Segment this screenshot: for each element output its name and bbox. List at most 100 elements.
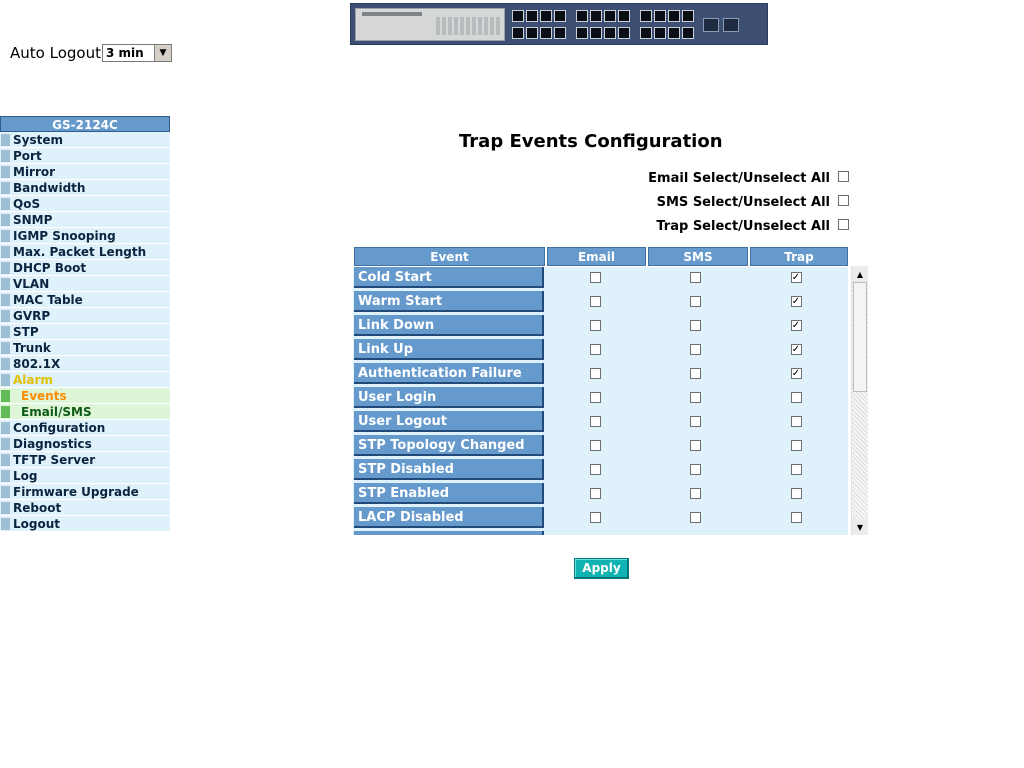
sidebar-item-8021x[interactable]: 802.1X — [0, 356, 170, 372]
email-checkbox[interactable] — [589, 416, 601, 427]
table-row: Cold Start ✓ — [353, 267, 848, 291]
sfp-port-2 — [723, 18, 739, 32]
sidebar-item-stp[interactable]: STP — [0, 324, 170, 340]
sms-checkbox[interactable] — [689, 416, 701, 427]
trap-cell — [747, 483, 845, 507]
sms-cell — [646, 507, 744, 531]
menu-bullet-icon — [1, 310, 10, 322]
sms-checkbox[interactable] — [689, 440, 701, 451]
auto-logout-value: 3 min — [105, 46, 144, 60]
email-checkbox[interactable] — [589, 368, 601, 379]
auto-logout: Auto Logout 3 min ▼ — [10, 44, 172, 62]
trap-select-all-checkbox[interactable] — [838, 219, 849, 230]
sms-checkbox[interactable] — [689, 392, 701, 403]
sidebar-subitem-events[interactable]: Events — [0, 388, 170, 404]
sms-checkbox[interactable] — [689, 296, 701, 307]
sms-cell — [646, 267, 744, 291]
menu-bullet-icon — [1, 342, 10, 354]
sms-cell — [646, 483, 744, 507]
sms-select-all-checkbox[interactable] — [838, 195, 849, 206]
table-scrollbar[interactable]: ▲ ▼ — [851, 266, 868, 535]
trap-checkbox[interactable]: ✓ — [790, 320, 802, 331]
sidebar-item-alarm[interactable]: Alarm — [0, 372, 170, 388]
trap-cell — [747, 507, 845, 531]
menu-bullet-icon — [1, 262, 10, 274]
trap-checkbox[interactable]: ✓ — [790, 368, 802, 379]
sidebar-item-firmware-upgrade[interactable]: Firmware Upgrade — [0, 484, 170, 500]
sidebar-item-bandwidth[interactable]: Bandwidth — [0, 180, 170, 196]
trap-checkbox[interactable]: ✓ — [790, 272, 802, 283]
sidebar-subitem-email-sms[interactable]: Email/SMS — [0, 404, 170, 420]
sms-checkbox[interactable] — [689, 368, 701, 379]
sidebar-item-mac-table[interactable]: MAC Table — [0, 292, 170, 308]
menu-bullet-icon — [1, 230, 10, 242]
sidebar-item-qos[interactable]: QoS — [0, 196, 170, 212]
scroll-up-arrow-icon[interactable]: ▲ — [852, 266, 868, 282]
sidebar-item-label: System — [13, 133, 63, 147]
trap-select-all-label: Trap Select/Unselect All — [656, 219, 830, 234]
chevron-down-icon[interactable]: ▼ — [153, 45, 171, 61]
trap-checkbox[interactable] — [790, 512, 802, 523]
sms-checkbox[interactable] — [689, 488, 701, 499]
email-checkbox[interactable] — [589, 296, 601, 307]
sms-checkbox[interactable] — [689, 320, 701, 331]
sidebar-item-dhcp-boot[interactable]: DHCP Boot — [0, 260, 170, 276]
apply-button[interactable]: Apply — [574, 558, 629, 579]
sidebar-item-vlan[interactable]: VLAN — [0, 276, 170, 292]
event-name: Warm Start — [354, 291, 544, 312]
menu-bullet-icon — [1, 326, 10, 338]
email-checkbox[interactable] — [589, 392, 601, 403]
sidebar-item-snmp[interactable]: SNMP — [0, 212, 170, 228]
port-block-1 — [512, 10, 566, 40]
trap-checkbox[interactable] — [790, 440, 802, 451]
sms-checkbox[interactable] — [689, 344, 701, 355]
trap-checkbox[interactable] — [790, 392, 802, 403]
event-name: LACP Disabled — [354, 507, 544, 528]
sidebar-item-system[interactable]: System — [0, 132, 170, 148]
sms-cell — [646, 459, 744, 483]
event-name: STP Topology Changed — [354, 435, 544, 456]
sidebar-item-port[interactable]: Port — [0, 148, 170, 164]
sms-checkbox[interactable] — [689, 272, 701, 283]
sidebar-item-max-packet-length[interactable]: Max. Packet Length — [0, 244, 170, 260]
sidebar-item-diagnostics[interactable]: Diagnostics — [0, 436, 170, 452]
email-cell — [546, 387, 644, 411]
table-row: STP Disabled — [353, 459, 848, 483]
email-checkbox[interactable] — [589, 512, 601, 523]
sidebar-item-igmp-snooping[interactable]: IGMP Snooping — [0, 228, 170, 244]
sidebar-item-log[interactable]: Log — [0, 468, 170, 484]
menu-bullet-icon — [1, 198, 10, 210]
trap-checkbox[interactable] — [790, 488, 802, 499]
email-checkbox[interactable] — [589, 320, 601, 331]
sms-checkbox[interactable] — [689, 464, 701, 475]
sidebar-item-trunk[interactable]: Trunk — [0, 340, 170, 356]
trap-checkbox[interactable] — [790, 464, 802, 475]
email-checkbox[interactable] — [589, 488, 601, 499]
scroll-down-arrow-icon[interactable]: ▼ — [852, 519, 868, 535]
sidebar-item-tftp-server[interactable]: TFTP Server — [0, 452, 170, 468]
trap-checkbox[interactable]: ✓ — [790, 344, 802, 355]
email-checkbox[interactable] — [589, 272, 601, 283]
sidebar-item-logout[interactable]: Logout — [0, 516, 170, 532]
email-checkbox[interactable] — [589, 344, 601, 355]
menu-bullet-icon — [1, 294, 10, 306]
sidebar-item-mirror[interactable]: Mirror — [0, 164, 170, 180]
sidebar-item-gvrp[interactable]: GVRP — [0, 308, 170, 324]
table-body: Cold Start ✓ Warm Start ✓ Link Down ✓ Link Up ✓… — [353, 267, 848, 535]
scrollbar-thumb[interactable] — [853, 282, 867, 392]
email-cell — [546, 507, 644, 531]
email-cell — [546, 339, 644, 363]
sidebar-item-label: Diagnostics — [13, 437, 92, 451]
table-header: Event Email SMS Trap — [353, 247, 848, 267]
email-select-all-checkbox[interactable] — [838, 171, 849, 182]
email-checkbox[interactable] — [589, 464, 601, 475]
sms-checkbox[interactable] — [689, 512, 701, 523]
sidebar-item-reboot[interactable]: Reboot — [0, 500, 170, 516]
auto-logout-select[interactable]: 3 min ▼ — [101, 44, 172, 62]
email-cell — [546, 435, 644, 459]
trap-checkbox[interactable]: ✓ — [790, 296, 802, 307]
sidebar-item-configuration[interactable]: Configuration — [0, 420, 170, 436]
trap-checkbox[interactable] — [790, 416, 802, 427]
sidebar-item-label: GVRP — [13, 309, 51, 323]
email-checkbox[interactable] — [589, 440, 601, 451]
